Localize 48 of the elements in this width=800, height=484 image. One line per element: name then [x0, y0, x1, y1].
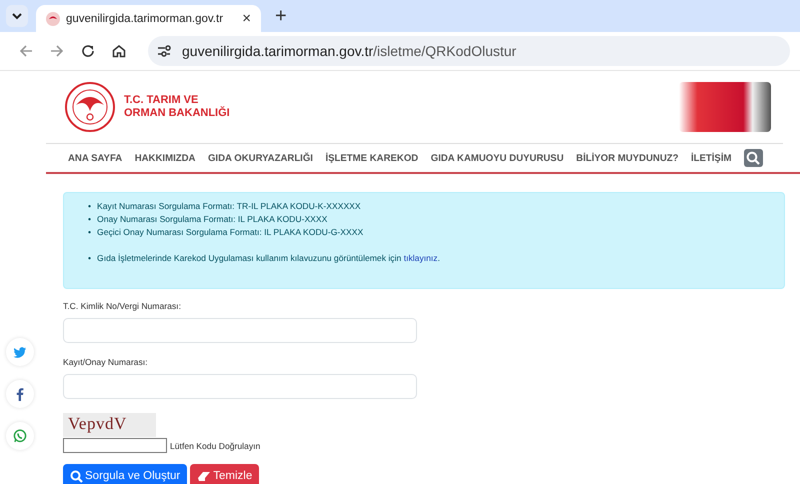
- input-field[interactable]: [63, 318, 417, 343]
- back-icon[interactable]: [18, 43, 34, 59]
- nav-link[interactable]: GIDA KAMUOYU DUYURUSU: [430, 152, 564, 164]
- field-label: T.C. Kimlik No/Vergi Numarası:: [63, 301, 182, 313]
- nav-link[interactable]: ANA SAYFA: [68, 152, 122, 164]
- forward-icon[interactable]: [49, 43, 65, 59]
- twitter-icon[interactable]: [12, 344, 28, 360]
- bullet-marker: •: [88, 213, 92, 226]
- ministry-logo: [64, 81, 116, 133]
- search-icon[interactable]: [70, 470, 83, 482]
- site-favicon-icon[interactable]: [46, 12, 60, 26]
- whatsapp-icon[interactable]: [12, 428, 28, 444]
- tab-title: guvenilirgida.tarimorman.gov.tr: [66, 12, 224, 24]
- bullet-marker: •: [88, 252, 92, 265]
- address-bar[interactable]: guvenilirgida.tarimorman.gov.tr/isletme/QRKodOlustur: [148, 36, 790, 66]
- nav-link[interactable]: İLETİŞİM: [690, 152, 732, 164]
- query-button[interactable]: Sorgula ve Oluştur: [63, 464, 188, 484]
- format-note: Geçici Onay Numarası Sorgulama Formatı: IL PLAKA KODU-G-XXXX: [97, 226, 364, 239]
- facebook-button[interactable]: [6, 380, 34, 408]
- ministry-name: ORMAN BAKANLIĞI: [124, 107, 230, 120]
- new-tab-button[interactable]: +: [275, 5, 287, 28]
- eraser-icon[interactable]: [197, 470, 212, 482]
- browser-tab[interactable]: guvenilirgida.tarimorman.gov.tr ×: [36, 5, 261, 32]
- url-text: guvenilirgida.tarimorman.gov.tr/isletme/QRKodOlustur: [182, 43, 516, 59]
- guide-link[interactable]: tıklayınız: [404, 253, 438, 263]
- twitter-button[interactable]: [6, 338, 34, 366]
- bullet-marker: •: [88, 200, 92, 213]
- captcha-image: VepvdV: [63, 413, 156, 437]
- guide-note: Gıda İşletmelerinde Karekod Uygulaması kullanım kılavuzunu görüntülemek için tıklayınız.: [97, 252, 440, 265]
- bullet-marker: •: [88, 226, 92, 239]
- site-settings-icon[interactable]: [156, 43, 172, 59]
- nav-link[interactable]: HAKKIMIZDA: [134, 152, 196, 164]
- format-note: Onay Numarası Sorgulama Formatı: IL PLAKA KODU-XXXX: [97, 213, 328, 226]
- whatsapp-button[interactable]: [6, 422, 34, 450]
- tab-list-icon[interactable]: [6, 5, 28, 27]
- format-note: Kayıt Numarası Sorgulama Formatı: TR-IL PLAKA KODU-K-XXXXXX: [97, 200, 361, 213]
- ministry-name: T.C. TARIM VE: [124, 94, 200, 106]
- input-field[interactable]: [63, 374, 417, 399]
- home-icon[interactable]: [111, 43, 127, 59]
- nav-link[interactable]: İŞLETME KAREKOD: [325, 152, 418, 164]
- clear-button[interactable]: Temizle: [190, 464, 260, 484]
- nav-link[interactable]: GIDA OKURYAZARLIĞI: [208, 152, 313, 164]
- reload-icon[interactable]: [80, 43, 96, 59]
- captcha-input[interactable]: [63, 438, 167, 453]
- captcha-hint: Lütfen Kodu Doğrulayın: [170, 440, 260, 450]
- close-tab-button[interactable]: ×: [242, 10, 251, 27]
- nav-link[interactable]: BİLİYOR MUYDUNUZ?: [576, 152, 678, 164]
- field-label: Kayıt/Onay Numarası:: [63, 357, 149, 369]
